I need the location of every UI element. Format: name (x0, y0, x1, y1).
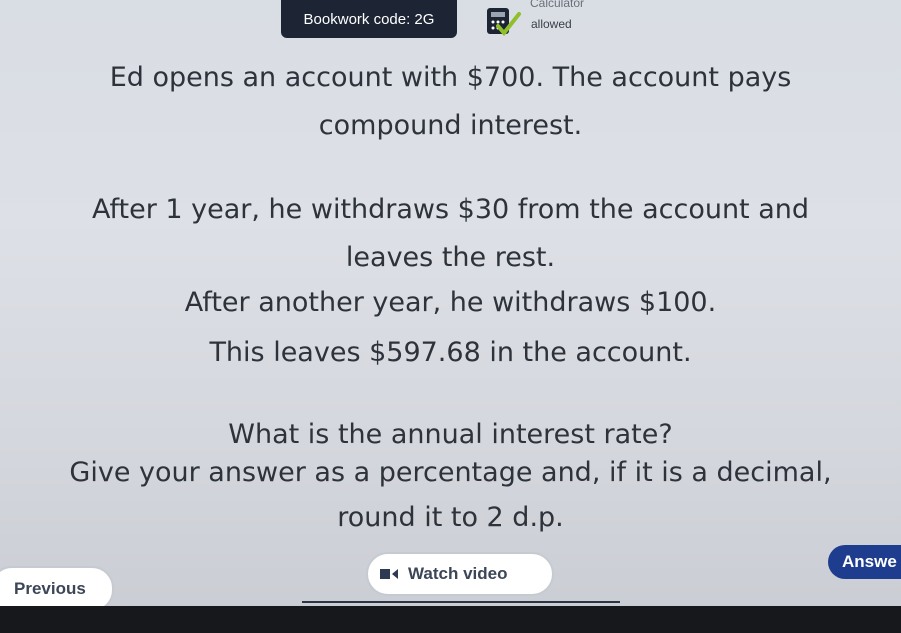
divider-line (302, 601, 620, 603)
question-line-1: Ed opens an account with $700. The accou… (109, 62, 792, 93)
question-line-5: After another year, he withdraws $100. (184, 287, 717, 318)
watch-video-button[interactable]: Watch video (366, 552, 554, 596)
video-lens-icon (392, 569, 398, 579)
question-line-9: round it to 2 d.p. (337, 502, 564, 533)
screen-bezel (0, 606, 901, 633)
calculator-status: allowed (531, 17, 572, 31)
question-line-2: compound interest. (318, 110, 583, 141)
calculator-icon (487, 8, 521, 36)
calculator-label: Calculator (530, 0, 585, 10)
question-line-8: Give your answer as a percentage and, if… (69, 457, 832, 488)
question-line-4: leaves the rest. (345, 242, 556, 273)
watch-video-label: Watch video (408, 564, 508, 583)
question-line-3: After 1 year, he withdraws $30 from the … (91, 194, 810, 225)
question-line-6: This leaves $597.68 in the account. (209, 337, 692, 368)
previous-label: Previous (14, 579, 86, 598)
answer-label: Answe (842, 552, 897, 571)
bookwork-code-badge: Bookwork code: 2G (281, 0, 457, 38)
question-line-7: What is the annual interest rate? (228, 419, 673, 450)
video-camera-icon (380, 569, 390, 579)
answer-button[interactable]: Answe (828, 545, 901, 579)
